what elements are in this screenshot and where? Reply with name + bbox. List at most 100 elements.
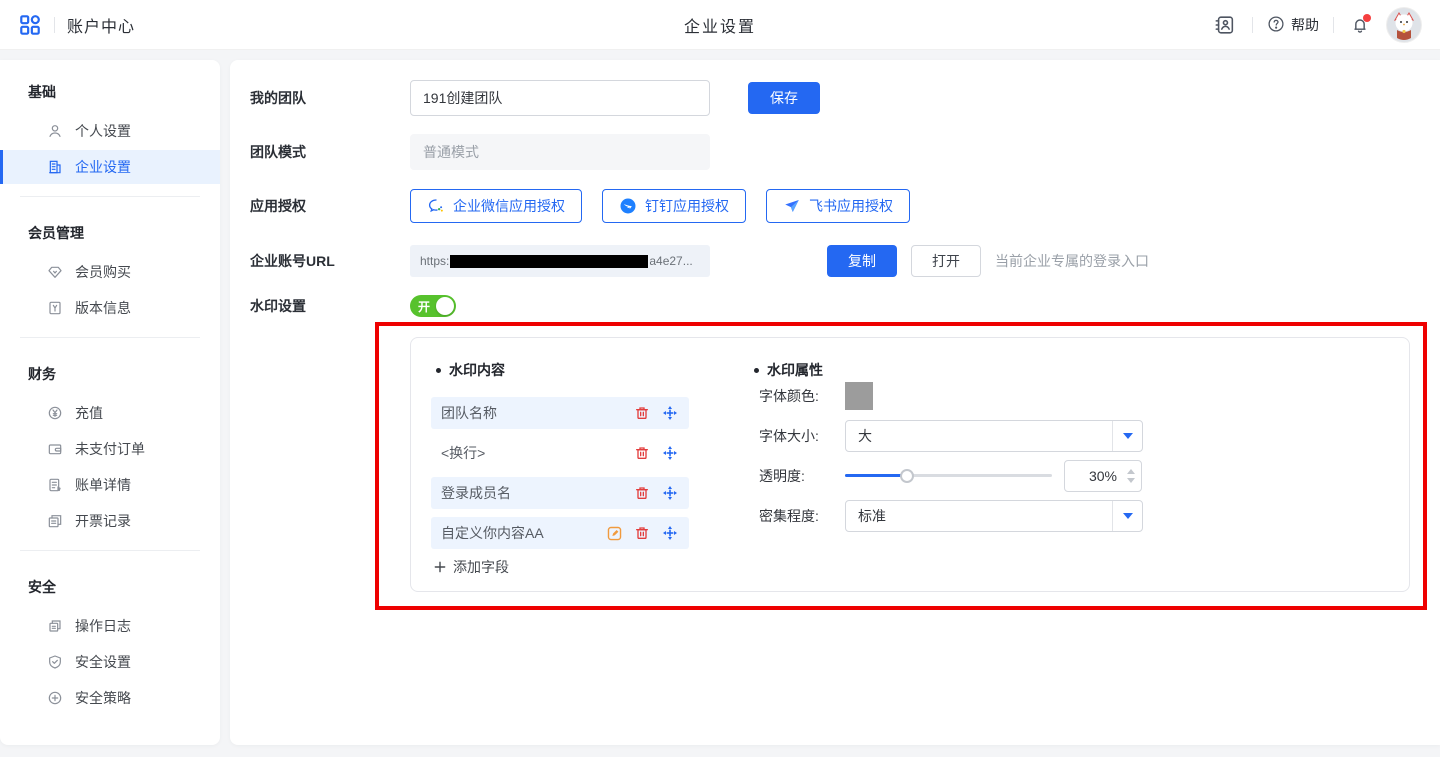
density-value: 标准 [846, 506, 1112, 526]
dingtalk-auth-button[interactable]: 钉钉应用授权 [602, 189, 746, 223]
shield-check-icon [47, 654, 63, 670]
enterprise-url-value: https: a4e27... [410, 245, 710, 277]
opacity-spinner[interactable]: 30% [1064, 460, 1142, 492]
team-name-input[interactable] [410, 80, 710, 116]
watermark-properties-title: 水印属性 [749, 360, 1389, 380]
team-mode-input [410, 134, 710, 170]
dingtalk-auth-label: 钉钉应用授权 [645, 196, 729, 216]
app-grid-icon[interactable] [18, 13, 42, 37]
user-icon [47, 123, 63, 139]
sidebar-item-member-purchase[interactable]: 会员购买 [0, 255, 220, 289]
density-select[interactable]: 标准 [845, 500, 1143, 532]
delete-trash-icon[interactable] [633, 404, 651, 422]
drag-move-icon[interactable] [661, 444, 679, 462]
font-size-value: 大 [846, 426, 1112, 446]
building-icon [47, 159, 63, 175]
watermark-item-label: 团队名称 [441, 403, 623, 423]
sidebar-item-bill-details[interactable]: 账单详情 [0, 468, 220, 502]
version-doc-icon [47, 300, 63, 316]
team-mode-label: 团队模式 [250, 142, 410, 162]
delete-trash-icon[interactable] [633, 444, 651, 462]
density-label: 密集程度: [749, 506, 845, 526]
opacity-slider[interactable] [845, 460, 1052, 492]
sidebar-item-label: 操作日志 [75, 616, 131, 636]
sidebar-item-label: 安全设置 [75, 652, 131, 672]
plus-icon [433, 560, 447, 574]
watermark-item-label: 登录成员名 [441, 483, 623, 503]
notifications-bell-icon[interactable] [1348, 13, 1372, 37]
sidebar-section-security: 安全 [0, 563, 220, 607]
plus-circle-icon [47, 690, 63, 706]
sidebar-item-security-settings[interactable]: 安全设置 [0, 645, 220, 679]
sidebar-nav: 基础 个人设置 企业设置 会员管理 会员购买 [0, 60, 220, 745]
header-divider [1252, 17, 1253, 33]
drag-move-icon[interactable] [661, 484, 679, 502]
spinner-down-icon[interactable] [1127, 478, 1135, 483]
watermark-item-team-name[interactable]: 团队名称 [431, 397, 689, 429]
sidebar-item-unpaid-orders[interactable]: 未支付订单 [0, 432, 220, 466]
watermark-item-custom-content[interactable]: 自定义你内容AA [431, 517, 689, 549]
wallet-icon [47, 441, 63, 457]
slider-knob[interactable] [900, 469, 914, 483]
feishu-auth-button[interactable]: 飞书应用授权 [766, 189, 910, 223]
watermark-content-title: 水印内容 [431, 360, 731, 380]
edit-pencil-icon[interactable] [605, 524, 623, 542]
sidebar-item-personal-settings[interactable]: 个人设置 [0, 114, 220, 148]
my-team-label: 我的团队 [250, 88, 410, 108]
slider-fill [845, 474, 907, 477]
watermark-settings-label: 水印设置 [250, 296, 410, 316]
wecom-auth-button[interactable]: 企业微信应用授权 [410, 189, 582, 223]
sidebar-item-operation-logs[interactable]: 操作日志 [0, 609, 220, 643]
diamond-icon [47, 264, 63, 280]
dingtalk-icon [619, 197, 637, 215]
address-book-icon[interactable] [1212, 12, 1238, 38]
user-avatar[interactable] [1386, 7, 1422, 43]
font-color-swatch[interactable] [845, 382, 873, 410]
watermark-panel: 水印内容 团队名称 [410, 337, 1410, 592]
delete-trash-icon[interactable] [633, 524, 651, 542]
watermark-item-line-break[interactable]: <换行> [431, 437, 689, 469]
watermark-item-label: <换行> [441, 443, 623, 463]
add-field-button[interactable]: 添加字段 [431, 557, 731, 577]
open-url-button[interactable]: 打开 [911, 245, 981, 277]
watermark-toggle[interactable]: 开 [410, 295, 456, 317]
watermark-item-login-member[interactable]: 登录成员名 [431, 477, 689, 509]
sidebar-item-recharge[interactable]: 充值 [0, 396, 220, 430]
notification-red-dot [1363, 14, 1371, 22]
drag-move-icon[interactable] [661, 524, 679, 542]
sidebar-item-label: 版本信息 [75, 298, 131, 318]
sidebar-item-label: 未支付订单 [75, 439, 145, 459]
sidebar-item-label: 安全策略 [75, 688, 131, 708]
sidebar-divider [20, 196, 200, 197]
feishu-icon [783, 197, 801, 215]
sidebar-item-invoice-records[interactable]: 开票记录 [0, 504, 220, 538]
wecom-auth-label: 企业微信应用授权 [453, 196, 565, 216]
sidebar-section-finance: 财务 [0, 350, 220, 394]
spinner-arrows [1127, 461, 1135, 491]
sidebar-divider [20, 337, 200, 338]
sidebar-item-enterprise-settings[interactable]: 企业设置 [0, 150, 220, 184]
sidebar-item-version-info[interactable]: 版本信息 [0, 291, 220, 325]
sidebar-item-label: 个人设置 [75, 121, 131, 141]
sidebar-section-basic: 基础 [0, 68, 220, 112]
sidebar-item-security-policy[interactable]: 安全策略 [0, 681, 220, 715]
watermark-content-column: 水印内容 团队名称 [431, 360, 731, 577]
sidebar-item-label: 会员购买 [75, 262, 131, 282]
help-button[interactable]: 帮助 [1267, 15, 1319, 36]
layers-log-icon [47, 618, 63, 634]
help-label: 帮助 [1291, 15, 1319, 35]
app-title: 账户中心 [67, 13, 135, 37]
watermark-properties-column: 水印属性 字体颜色: 字体大小: 大 透明度: [749, 360, 1389, 540]
delete-trash-icon[interactable] [633, 484, 651, 502]
sidebar-item-label: 充值 [75, 403, 103, 423]
drag-move-icon[interactable] [661, 404, 679, 422]
font-size-select[interactable]: 大 [845, 420, 1143, 452]
bill-doc-icon [47, 477, 63, 493]
url-hint-text: 当前企业专属的登录入口 [995, 251, 1149, 271]
spinner-up-icon[interactable] [1127, 469, 1135, 474]
header-divider [54, 17, 55, 33]
wecom-chat-icon [427, 197, 445, 215]
copy-url-button[interactable]: 复制 [827, 245, 897, 277]
main-content: 我的团队 保存 团队模式 应用授权 企业微信应用授权 [230, 60, 1440, 745]
save-button[interactable]: 保存 [748, 82, 820, 114]
